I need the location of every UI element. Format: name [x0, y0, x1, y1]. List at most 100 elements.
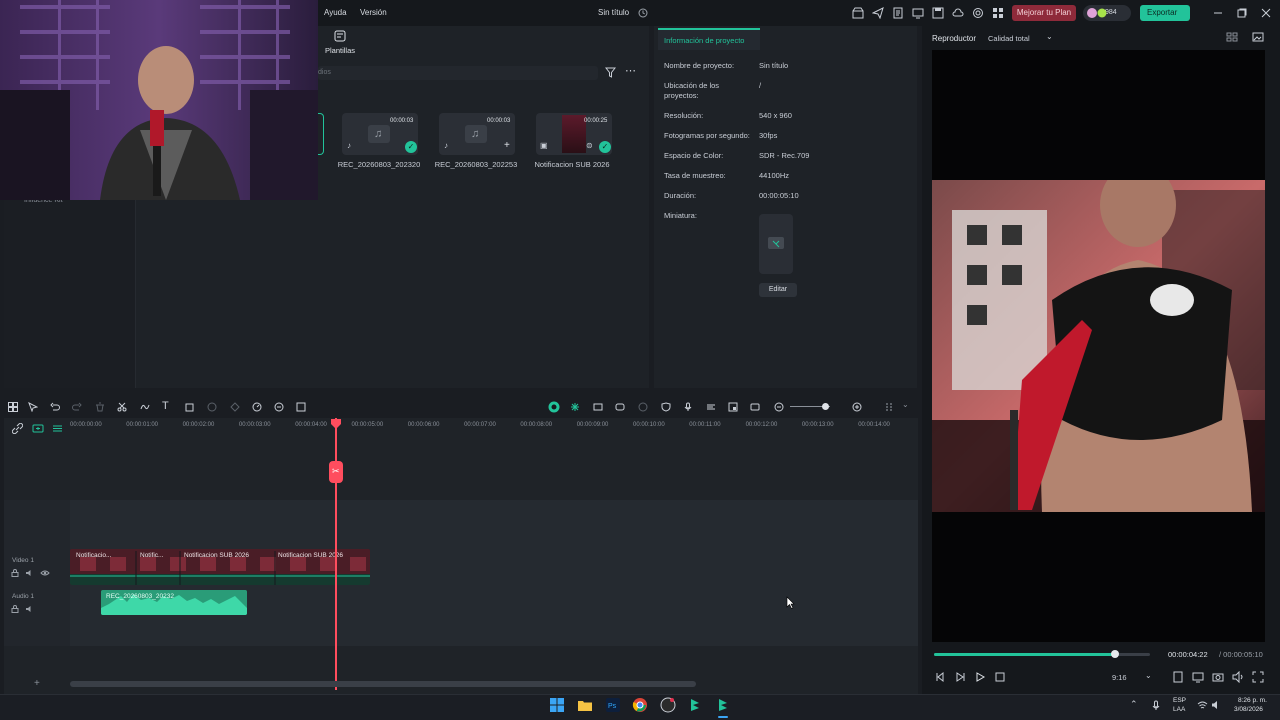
- windows-start-icon[interactable]: [549, 697, 565, 713]
- lock-icon[interactable]: [11, 605, 19, 613]
- chrome-icon[interactable]: [632, 697, 648, 713]
- send-icon[interactable]: [872, 7, 884, 19]
- zoom-in-icon[interactable]: [852, 402, 862, 412]
- chevron-up-icon[interactable]: ⌃: [1130, 699, 1138, 710]
- text-tool-icon[interactable]: T: [162, 400, 169, 412]
- mute-icon[interactable]: [25, 569, 33, 577]
- clock-date[interactable]: 3/08/2026: [1234, 706, 1263, 713]
- audio-clip[interactable]: REC_20260803_20232: [101, 590, 247, 615]
- render-icon[interactable]: [615, 402, 625, 412]
- drag-grid-icon[interactable]: [884, 402, 894, 412]
- play-reverse-icon[interactable]: [954, 671, 966, 683]
- snapshot-icon[interactable]: [1252, 31, 1264, 43]
- zoom-slider-handle[interactable]: [822, 403, 829, 410]
- minimize-icon[interactable]: [1213, 8, 1223, 18]
- previous-frame-icon[interactable]: [934, 671, 946, 683]
- ai-cut-icon[interactable]: [570, 402, 580, 412]
- restore-icon[interactable]: [1237, 8, 1247, 18]
- link-icon[interactable]: [12, 423, 23, 434]
- credits-badge[interactable]: 984: [1083, 5, 1131, 21]
- track-layout-icon[interactable]: [52, 424, 63, 433]
- speed-icon[interactable]: [252, 402, 262, 412]
- caption-icon[interactable]: [750, 402, 760, 412]
- filter-icon[interactable]: [605, 67, 616, 78]
- tab-project-info[interactable]: Información de proyecto: [658, 28, 760, 50]
- upgrade-plan-button[interactable]: Mejorar tu Plan: [1012, 5, 1076, 21]
- notes-icon[interactable]: [892, 7, 904, 19]
- close-icon[interactable]: [1261, 8, 1271, 18]
- filmora-active-icon[interactable]: [715, 697, 731, 713]
- eye-icon[interactable]: [40, 569, 50, 577]
- auto-edit-icon[interactable]: [548, 401, 560, 413]
- media-search-input[interactable]: dios: [318, 66, 598, 80]
- chevron-down-icon[interactable]: ⌄: [902, 400, 909, 409]
- timeline-scrollbar[interactable]: [70, 681, 696, 687]
- mute-icon[interactable]: [25, 605, 33, 613]
- apps-icon[interactable]: [992, 7, 1004, 19]
- language-indicator[interactable]: ESP: [1173, 697, 1186, 704]
- shield-icon[interactable]: [661, 402, 671, 412]
- ai-tools-icon[interactable]: [274, 402, 284, 412]
- fullscreen-icon[interactable]: [1252, 671, 1264, 683]
- monitor-icon[interactable]: [912, 7, 924, 19]
- aspect-ratio-select[interactable]: 9:16: [1112, 673, 1127, 682]
- grid-view-icon[interactable]: [1226, 32, 1238, 42]
- speaker-icon[interactable]: [1211, 700, 1221, 710]
- playhead-marker[interactable]: [330, 418, 342, 430]
- mask-icon[interactable]: [230, 402, 240, 412]
- clock-icon[interactable]: [638, 8, 648, 18]
- add-icon[interactable]: +: [34, 678, 40, 689]
- microphone-icon[interactable]: [683, 402, 693, 412]
- audio-adjust-icon[interactable]: [140, 402, 150, 412]
- redo-icon[interactable]: [72, 402, 82, 412]
- tab-project-info-label: Información de proyecto: [664, 36, 745, 45]
- safe-zone-icon[interactable]: [1172, 671, 1184, 683]
- tab-player[interactable]: Reproductor: [932, 34, 976, 43]
- playhead-split-handle[interactable]: ✂: [329, 461, 343, 483]
- zoom-out-icon[interactable]: [774, 402, 784, 412]
- filmora-icon[interactable]: [687, 697, 703, 713]
- stop-icon[interactable]: [994, 671, 1006, 683]
- chevron-down-icon[interactable]: ⌄: [1145, 671, 1152, 680]
- clock-time[interactable]: 8:26 p. m.: [1238, 697, 1267, 704]
- microphone-icon[interactable]: [1151, 700, 1161, 711]
- edit-thumbnail-button[interactable]: Editar: [759, 283, 797, 297]
- wifi-icon[interactable]: [1197, 700, 1208, 710]
- media-item-partial[interactable]: [318, 113, 324, 155]
- layout-icon[interactable]: [8, 402, 18, 412]
- volume-icon[interactable]: [1232, 671, 1244, 683]
- tab-templates[interactable]: Plantillas: [325, 46, 355, 55]
- file-explorer-icon[interactable]: [577, 697, 593, 713]
- video-clip[interactable]: Notificacio... Notific... Notificacion S…: [70, 549, 370, 585]
- templates-icon[interactable]: [334, 30, 346, 42]
- ripple-icon[interactable]: [593, 402, 603, 412]
- support-icon[interactable]: [972, 7, 984, 19]
- photoshop-icon[interactable]: Ps: [605, 697, 621, 713]
- export-button[interactable]: Exportar ⌄: [1140, 5, 1190, 33]
- select-tool-icon[interactable]: [28, 402, 38, 412]
- obs-icon[interactable]: [660, 697, 676, 713]
- lock-icon[interactable]: [11, 569, 19, 577]
- undo-icon[interactable]: [50, 402, 60, 412]
- save-icon[interactable]: [932, 7, 944, 19]
- delete-icon[interactable]: [95, 402, 105, 412]
- store-icon[interactable]: [852, 7, 864, 19]
- cloud-icon[interactable]: [952, 7, 964, 19]
- keyboard-layout-indicator[interactable]: LAA: [1173, 706, 1185, 713]
- play-icon[interactable]: [974, 671, 986, 683]
- marker-disabled-icon[interactable]: [638, 402, 648, 412]
- add-icon[interactable]: +: [504, 140, 510, 151]
- more-tools-icon[interactable]: [296, 402, 306, 412]
- menu-version[interactable]: Versión: [360, 8, 387, 17]
- picture-in-picture-icon[interactable]: [728, 402, 738, 412]
- display-icon[interactable]: [1192, 671, 1204, 683]
- add-track-icon[interactable]: [32, 424, 44, 433]
- menu-help[interactable]: Ayuda: [324, 8, 347, 17]
- color-icon[interactable]: [207, 402, 217, 412]
- crop-icon[interactable]: [185, 402, 195, 412]
- more-options-icon[interactable]: ⋯: [625, 64, 636, 77]
- quality-select[interactable]: Calidad total ⌄: [986, 30, 1058, 45]
- audio-mix-icon[interactable]: [706, 402, 716, 412]
- camera-icon[interactable]: [1212, 671, 1224, 683]
- split-icon[interactable]: [117, 402, 127, 412]
